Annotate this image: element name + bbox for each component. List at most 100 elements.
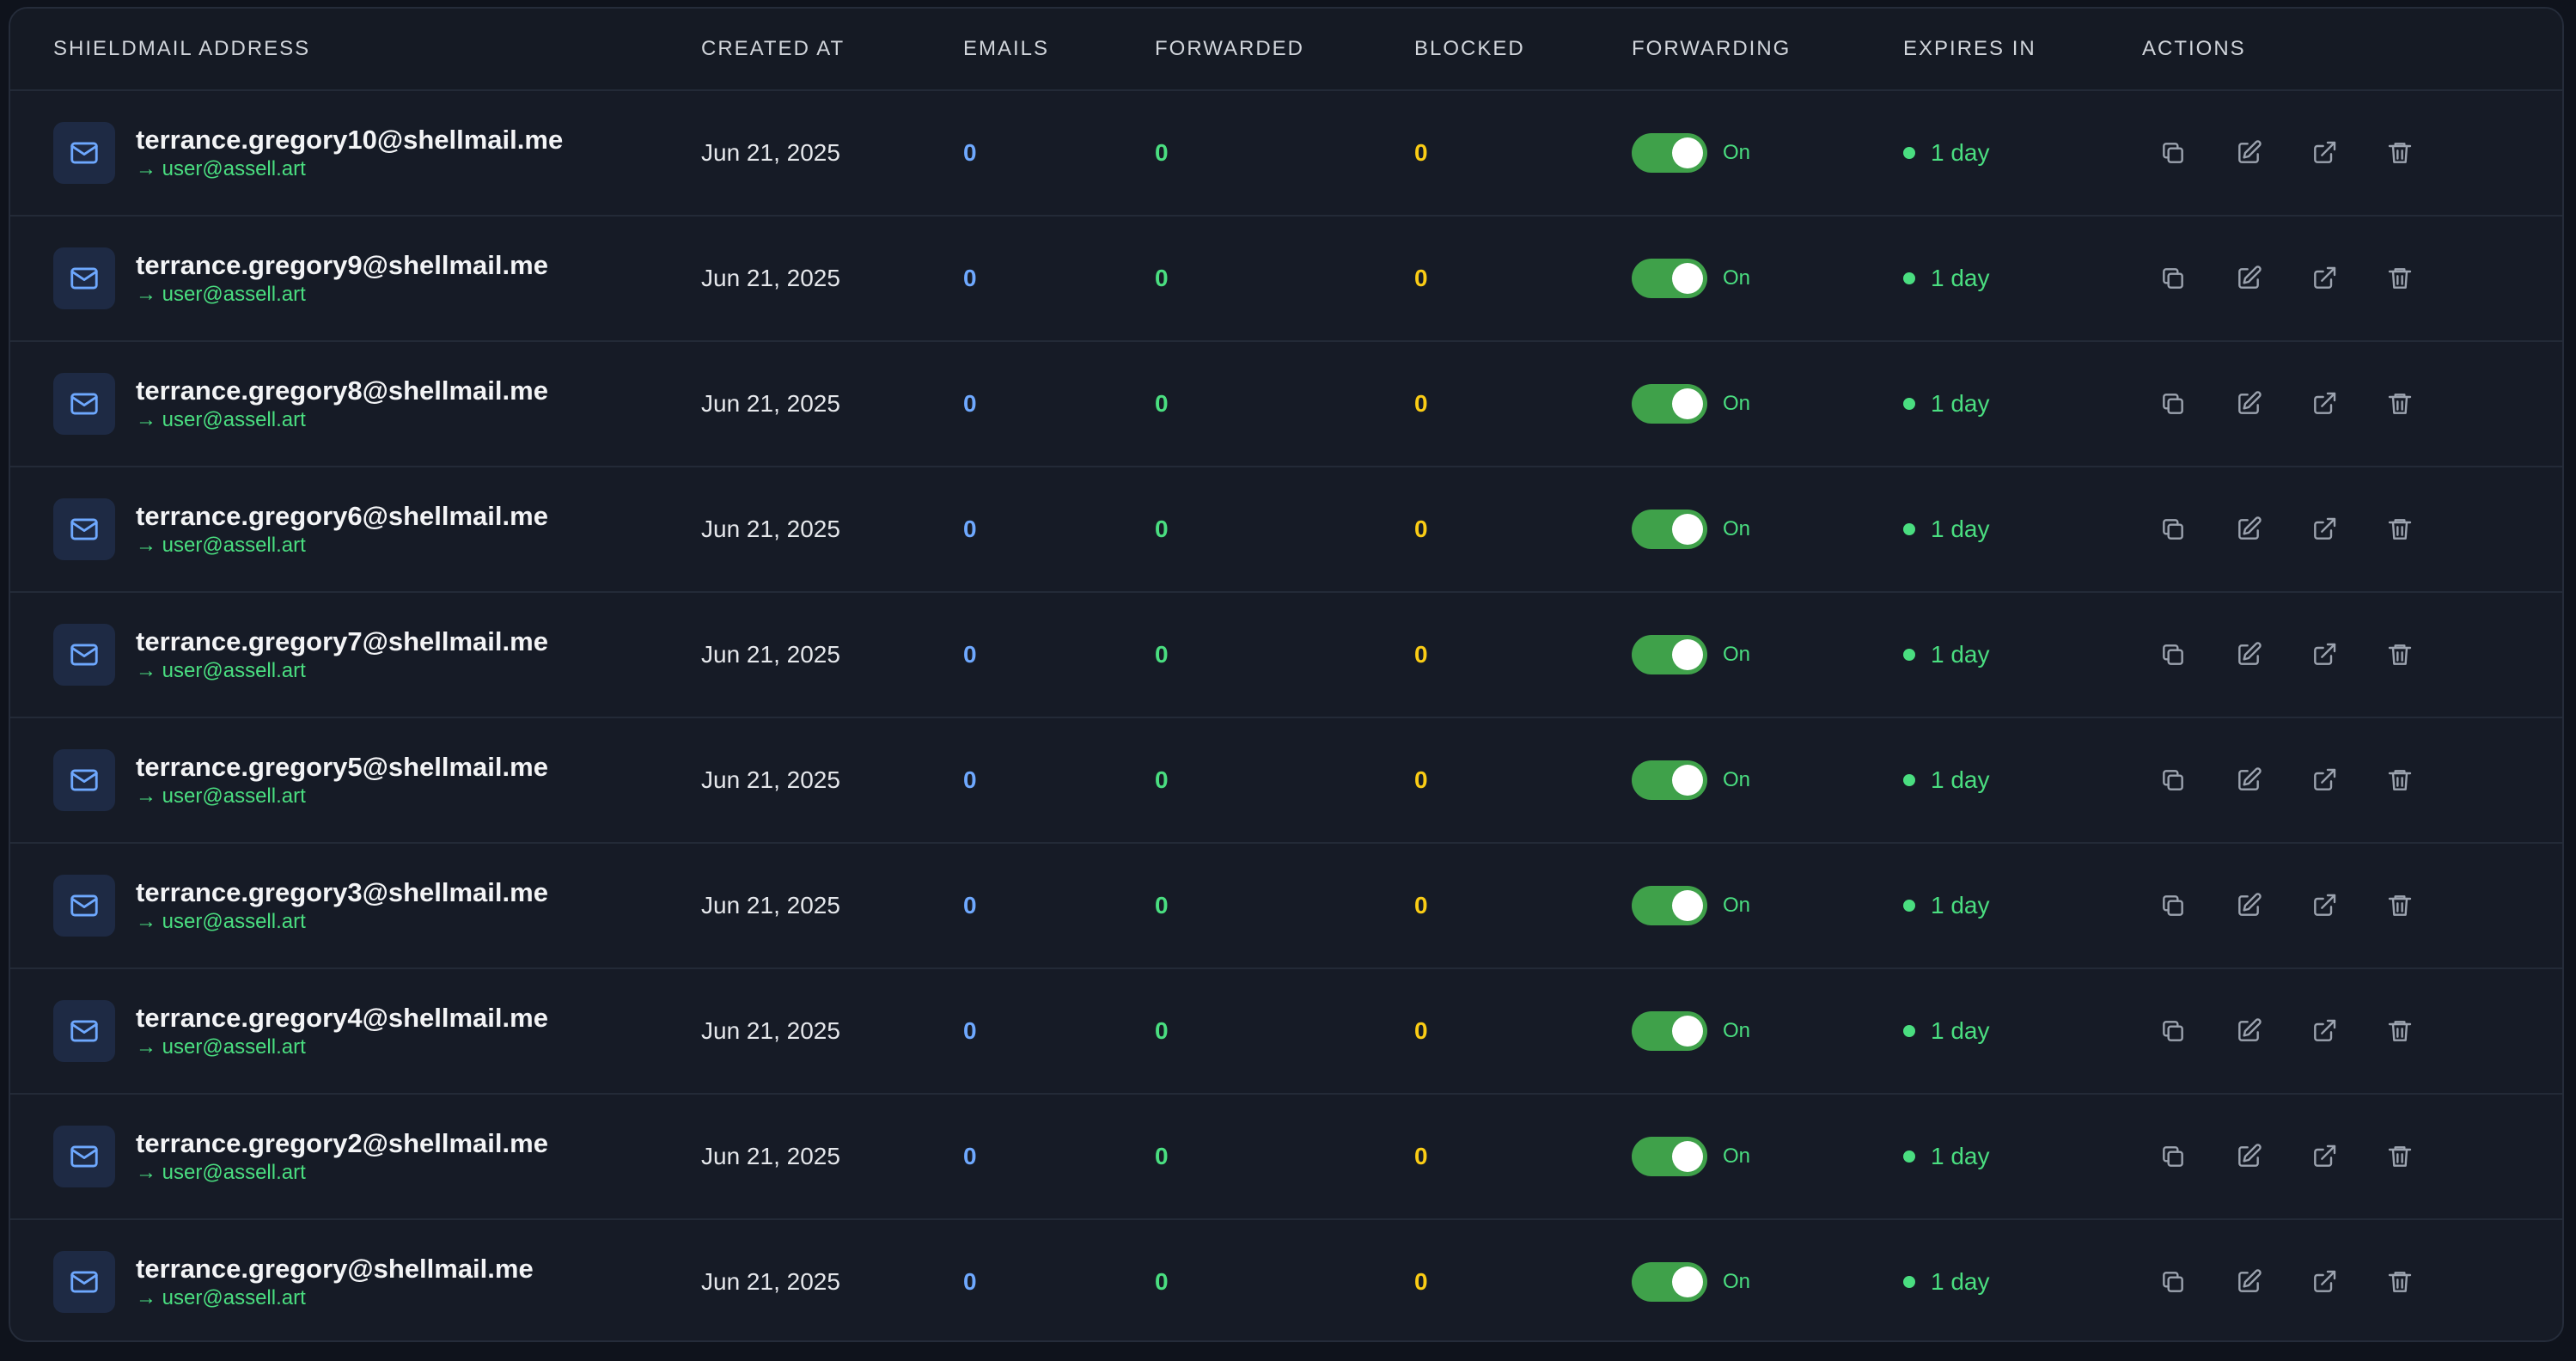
forwarding-status-label: On [1723,1270,1751,1293]
trash-icon[interactable] [2381,636,2419,674]
copy-icon[interactable] [2154,385,2192,423]
edit-icon[interactable] [2230,761,2268,799]
forwarding-toggle[interactable] [1632,1137,1707,1176]
external-link-icon[interactable] [2305,385,2343,423]
toggle-knob [1672,388,1703,419]
blocked-count: 0 [1414,1143,1428,1169]
trash-icon[interactable] [2381,510,2419,548]
forward-target: → user@assell.art [136,1161,306,1184]
alias-address[interactable]: terrance.gregory10@shellmail.me [136,124,563,156]
external-link-icon[interactable] [2305,1263,2343,1301]
forwarding-toggle[interactable] [1632,1011,1707,1051]
toggle-knob [1672,765,1703,796]
forwarded-count: 0 [1155,892,1169,919]
alias-address[interactable]: terrance.gregory5@shellmail.me [136,751,548,784]
alias-address[interactable]: terrance.gregory2@shellmail.me [136,1127,548,1160]
copy-icon[interactable] [2154,887,2192,925]
header-forwarded[interactable]: FORWARDED [1155,37,1414,61]
trash-icon[interactable] [2381,761,2419,799]
header-blocked[interactable]: BLOCKED [1414,37,1632,61]
expires-cell: 1 day [1903,766,2142,794]
alias-address[interactable]: terrance.gregory3@shellmail.me [136,876,548,909]
blocked-count: 0 [1414,766,1428,793]
external-link-icon[interactable] [2305,510,2343,548]
edit-icon[interactable] [2230,1263,2268,1301]
alias-address[interactable]: terrance.gregory6@shellmail.me [136,500,548,533]
header-created-at[interactable]: CREATED AT [701,37,963,61]
expires-status: 1 day [1903,1017,2142,1045]
toggle-knob [1672,137,1703,168]
table-row: terrance.gregory4@shellmail.me → user@as… [10,969,2562,1095]
trash-icon[interactable] [2381,1138,2419,1175]
copy-icon[interactable] [2154,1138,2192,1175]
alias-address[interactable]: terrance.gregory9@shellmail.me [136,249,548,282]
trash-icon[interactable] [2381,134,2419,172]
forward-target: → user@assell.art [136,910,306,933]
row-actions [2142,1138,2562,1175]
external-link-icon[interactable] [2305,1138,2343,1175]
mail-icon [53,749,115,811]
alias-address[interactable]: terrance.gregory@shellmail.me [136,1253,534,1285]
header-forwarding[interactable]: FORWARDING [1632,37,1903,61]
external-link-icon[interactable] [2305,134,2343,172]
table-row: terrance.gregory9@shellmail.me → user@as… [10,217,2562,342]
external-link-icon[interactable] [2305,761,2343,799]
expires-value: 1 day [1931,1143,1990,1169]
edit-icon[interactable] [2230,1138,2268,1175]
forwarding-toggle-group: On [1632,1011,1903,1051]
expires-cell: 1 day [1903,1268,2142,1296]
forwarding-toggle[interactable] [1632,886,1707,925]
header-emails[interactable]: EMAILS [963,37,1155,61]
external-link-icon[interactable] [2305,636,2343,674]
address-cell: terrance.gregory@shellmail.me → user@ass… [10,1251,701,1313]
expires-cell: 1 day [1903,892,2142,919]
emails-count: 0 [963,139,977,166]
alias-address[interactable]: terrance.gregory7@shellmail.me [136,626,548,658]
edit-icon[interactable] [2230,259,2268,297]
forwarding-toggle-group: On [1632,635,1903,674]
forwarding-toggle[interactable] [1632,510,1707,549]
edit-icon[interactable] [2230,636,2268,674]
table-row: terrance.gregory5@shellmail.me → user@as… [10,718,2562,844]
forwarded-count: 0 [1155,766,1169,793]
edit-icon[interactable] [2230,385,2268,423]
status-dot [1903,900,1915,912]
forwarding-status-label: On [1723,1019,1751,1042]
external-link-icon[interactable] [2305,259,2343,297]
edit-icon[interactable] [2230,1012,2268,1050]
forwarding-toggle[interactable] [1632,635,1707,674]
copy-icon[interactable] [2154,1012,2192,1050]
copy-icon[interactable] [2154,761,2192,799]
copy-icon[interactable] [2154,510,2192,548]
edit-icon[interactable] [2230,134,2268,172]
copy-icon[interactable] [2154,259,2192,297]
edit-icon[interactable] [2230,887,2268,925]
forwarded-count: 0 [1155,516,1169,542]
created-date: Jun 21, 2025 [701,641,840,668]
copy-icon[interactable] [2154,134,2192,172]
header-address[interactable]: SHIELDMAIL ADDRESS [10,37,701,61]
copy-icon[interactable] [2154,1263,2192,1301]
forwarding-toggle[interactable] [1632,259,1707,298]
trash-icon[interactable] [2381,385,2419,423]
forwarding-toggle[interactable] [1632,1262,1707,1302]
external-link-icon[interactable] [2305,1012,2343,1050]
trash-icon[interactable] [2381,259,2419,297]
forwarding-toggle[interactable] [1632,384,1707,424]
edit-icon[interactable] [2230,510,2268,548]
header-expires-in[interactable]: EXPIRES IN [1903,37,2142,61]
trash-icon[interactable] [2381,887,2419,925]
forwarding-toggle-group: On [1632,760,1903,800]
copy-icon[interactable] [2154,636,2192,674]
table-row: terrance.gregory7@shellmail.me → user@as… [10,593,2562,718]
forwarding-toggle[interactable] [1632,760,1707,800]
alias-address[interactable]: terrance.gregory8@shellmail.me [136,375,548,407]
status-dot [1903,774,1915,786]
alias-address[interactable]: terrance.gregory4@shellmail.me [136,1002,548,1034]
forwarding-toggle[interactable] [1632,133,1707,173]
external-link-icon[interactable] [2305,887,2343,925]
trash-icon[interactable] [2381,1263,2419,1301]
forwarding-toggle-group: On [1632,886,1903,925]
trash-icon[interactable] [2381,1012,2419,1050]
forwarding-toggle-group: On [1632,1137,1903,1176]
